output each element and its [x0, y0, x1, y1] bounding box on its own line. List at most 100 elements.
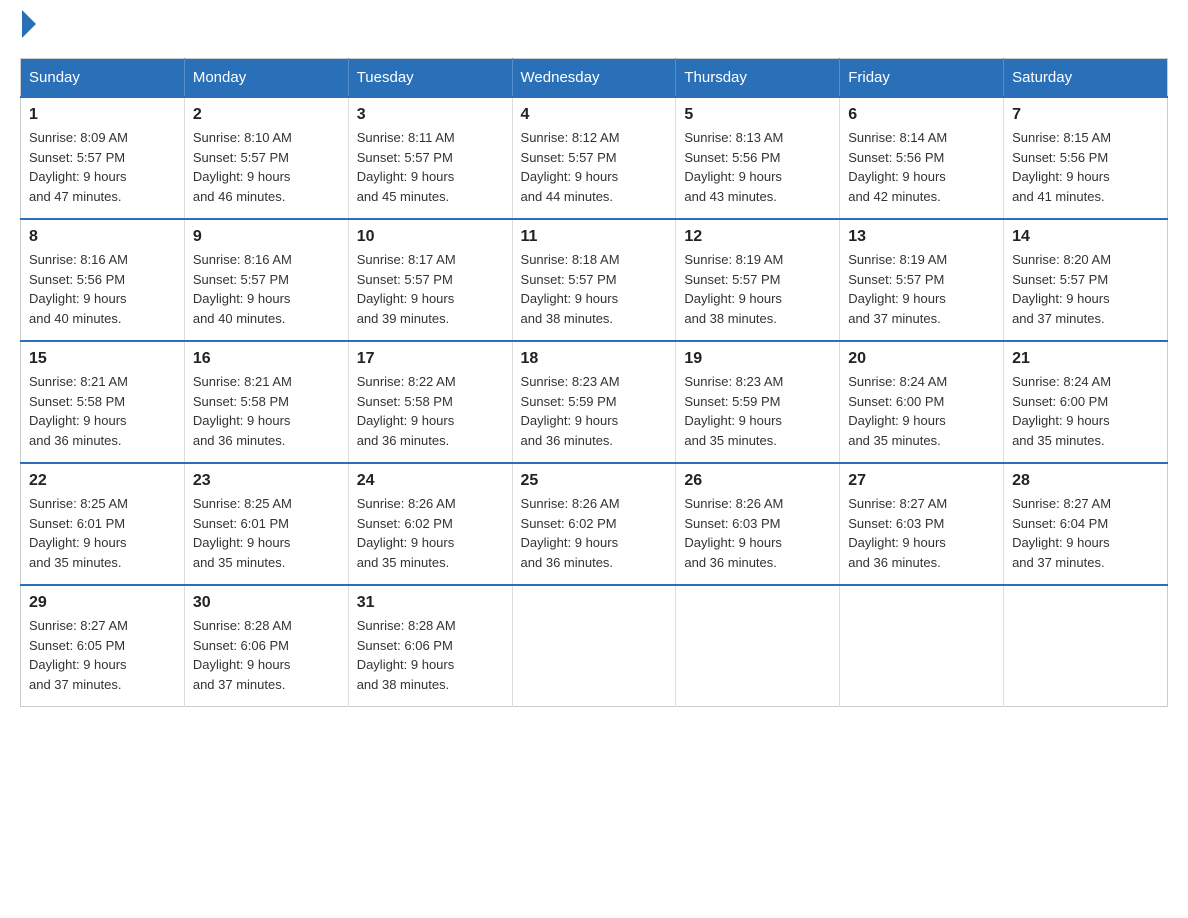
day-header-saturday: Saturday	[1004, 59, 1168, 98]
calendar-cell: 31 Sunrise: 8:28 AMSunset: 6:06 PMDaylig…	[348, 585, 512, 707]
day-info: Sunrise: 8:21 AMSunset: 5:58 PMDaylight:…	[193, 372, 340, 450]
day-number: 24	[357, 472, 504, 490]
day-info: Sunrise: 8:16 AMSunset: 5:57 PMDaylight:…	[193, 250, 340, 328]
week-row-4: 22 Sunrise: 8:25 AMSunset: 6:01 PMDaylig…	[21, 463, 1168, 585]
calendar-cell: 26 Sunrise: 8:26 AMSunset: 6:03 PMDaylig…	[676, 463, 840, 585]
week-row-3: 15 Sunrise: 8:21 AMSunset: 5:58 PMDaylig…	[21, 341, 1168, 463]
calendar-cell	[840, 585, 1004, 707]
calendar-cell: 2 Sunrise: 8:10 AMSunset: 5:57 PMDayligh…	[184, 97, 348, 219]
day-info: Sunrise: 8:26 AMSunset: 6:02 PMDaylight:…	[521, 494, 668, 572]
day-number: 5	[684, 106, 831, 124]
day-number: 19	[684, 350, 831, 368]
calendar-cell: 29 Sunrise: 8:27 AMSunset: 6:05 PMDaylig…	[21, 585, 185, 707]
day-info: Sunrise: 8:23 AMSunset: 5:59 PMDaylight:…	[684, 372, 831, 450]
day-number: 13	[848, 228, 995, 246]
calendar-cell: 18 Sunrise: 8:23 AMSunset: 5:59 PMDaylig…	[512, 341, 676, 463]
day-info: Sunrise: 8:18 AMSunset: 5:57 PMDaylight:…	[521, 250, 668, 328]
day-number: 1	[29, 106, 176, 124]
week-row-1: 1 Sunrise: 8:09 AMSunset: 5:57 PMDayligh…	[21, 97, 1168, 219]
day-info: Sunrise: 8:27 AMSunset: 6:05 PMDaylight:…	[29, 616, 176, 694]
calendar-cell: 9 Sunrise: 8:16 AMSunset: 5:57 PMDayligh…	[184, 219, 348, 341]
day-info: Sunrise: 8:19 AMSunset: 5:57 PMDaylight:…	[684, 250, 831, 328]
day-info: Sunrise: 8:15 AMSunset: 5:56 PMDaylight:…	[1012, 128, 1159, 206]
day-info: Sunrise: 8:11 AMSunset: 5:57 PMDaylight:…	[357, 128, 504, 206]
day-number: 18	[521, 350, 668, 368]
calendar-cell: 5 Sunrise: 8:13 AMSunset: 5:56 PMDayligh…	[676, 97, 840, 219]
day-number: 23	[193, 472, 340, 490]
calendar-cell: 23 Sunrise: 8:25 AMSunset: 6:01 PMDaylig…	[184, 463, 348, 585]
day-info: Sunrise: 8:10 AMSunset: 5:57 PMDaylight:…	[193, 128, 340, 206]
day-header-monday: Monday	[184, 59, 348, 98]
day-number: 17	[357, 350, 504, 368]
week-row-2: 8 Sunrise: 8:16 AMSunset: 5:56 PMDayligh…	[21, 219, 1168, 341]
day-number: 7	[1012, 106, 1159, 124]
calendar-cell	[1004, 585, 1168, 707]
day-number: 15	[29, 350, 176, 368]
day-number: 6	[848, 106, 995, 124]
day-info: Sunrise: 8:20 AMSunset: 5:57 PMDaylight:…	[1012, 250, 1159, 328]
calendar-cell: 4 Sunrise: 8:12 AMSunset: 5:57 PMDayligh…	[512, 97, 676, 219]
day-header-friday: Friday	[840, 59, 1004, 98]
day-header-wednesday: Wednesday	[512, 59, 676, 98]
day-info: Sunrise: 8:09 AMSunset: 5:57 PMDaylight:…	[29, 128, 176, 206]
day-info: Sunrise: 8:25 AMSunset: 6:01 PMDaylight:…	[193, 494, 340, 572]
calendar-cell: 25 Sunrise: 8:26 AMSunset: 6:02 PMDaylig…	[512, 463, 676, 585]
day-info: Sunrise: 8:26 AMSunset: 6:02 PMDaylight:…	[357, 494, 504, 572]
calendar-cell: 17 Sunrise: 8:22 AMSunset: 5:58 PMDaylig…	[348, 341, 512, 463]
day-number: 30	[193, 594, 340, 612]
calendar-cell: 13 Sunrise: 8:19 AMSunset: 5:57 PMDaylig…	[840, 219, 1004, 341]
days-of-week-row: SundayMondayTuesdayWednesdayThursdayFrid…	[21, 59, 1168, 98]
day-header-tuesday: Tuesday	[348, 59, 512, 98]
logo	[20, 20, 36, 38]
calendar-cell: 14 Sunrise: 8:20 AMSunset: 5:57 PMDaylig…	[1004, 219, 1168, 341]
day-info: Sunrise: 8:24 AMSunset: 6:00 PMDaylight:…	[1012, 372, 1159, 450]
day-info: Sunrise: 8:28 AMSunset: 6:06 PMDaylight:…	[193, 616, 340, 694]
day-number: 8	[29, 228, 176, 246]
day-info: Sunrise: 8:17 AMSunset: 5:57 PMDaylight:…	[357, 250, 504, 328]
logo-arrow-icon	[22, 10, 36, 38]
day-info: Sunrise: 8:23 AMSunset: 5:59 PMDaylight:…	[521, 372, 668, 450]
day-info: Sunrise: 8:19 AMSunset: 5:57 PMDaylight:…	[848, 250, 995, 328]
day-info: Sunrise: 8:26 AMSunset: 6:03 PMDaylight:…	[684, 494, 831, 572]
day-number: 4	[521, 106, 668, 124]
calendar-cell: 12 Sunrise: 8:19 AMSunset: 5:57 PMDaylig…	[676, 219, 840, 341]
calendar-cell: 15 Sunrise: 8:21 AMSunset: 5:58 PMDaylig…	[21, 341, 185, 463]
calendar-cell: 16 Sunrise: 8:21 AMSunset: 5:58 PMDaylig…	[184, 341, 348, 463]
calendar-cell	[512, 585, 676, 707]
calendar-cell: 8 Sunrise: 8:16 AMSunset: 5:56 PMDayligh…	[21, 219, 185, 341]
day-number: 11	[521, 228, 668, 246]
day-info: Sunrise: 8:21 AMSunset: 5:58 PMDaylight:…	[29, 372, 176, 450]
day-info: Sunrise: 8:28 AMSunset: 6:06 PMDaylight:…	[357, 616, 504, 694]
day-number: 14	[1012, 228, 1159, 246]
day-info: Sunrise: 8:16 AMSunset: 5:56 PMDaylight:…	[29, 250, 176, 328]
calendar-cell: 28 Sunrise: 8:27 AMSunset: 6:04 PMDaylig…	[1004, 463, 1168, 585]
calendar-cell: 7 Sunrise: 8:15 AMSunset: 5:56 PMDayligh…	[1004, 97, 1168, 219]
calendar-cell: 3 Sunrise: 8:11 AMSunset: 5:57 PMDayligh…	[348, 97, 512, 219]
day-number: 28	[1012, 472, 1159, 490]
calendar-cell: 30 Sunrise: 8:28 AMSunset: 6:06 PMDaylig…	[184, 585, 348, 707]
day-info: Sunrise: 8:22 AMSunset: 5:58 PMDaylight:…	[357, 372, 504, 450]
day-number: 29	[29, 594, 176, 612]
calendar-header: SundayMondayTuesdayWednesdayThursdayFrid…	[21, 59, 1168, 98]
day-number: 27	[848, 472, 995, 490]
day-number: 20	[848, 350, 995, 368]
calendar-cell: 10 Sunrise: 8:17 AMSunset: 5:57 PMDaylig…	[348, 219, 512, 341]
calendar-cell: 19 Sunrise: 8:23 AMSunset: 5:59 PMDaylig…	[676, 341, 840, 463]
calendar-cell: 27 Sunrise: 8:27 AMSunset: 6:03 PMDaylig…	[840, 463, 1004, 585]
calendar-table: SundayMondayTuesdayWednesdayThursdayFrid…	[20, 58, 1168, 707]
calendar-cell: 24 Sunrise: 8:26 AMSunset: 6:02 PMDaylig…	[348, 463, 512, 585]
day-number: 2	[193, 106, 340, 124]
week-row-5: 29 Sunrise: 8:27 AMSunset: 6:05 PMDaylig…	[21, 585, 1168, 707]
day-number: 25	[521, 472, 668, 490]
calendar-cell: 1 Sunrise: 8:09 AMSunset: 5:57 PMDayligh…	[21, 97, 185, 219]
calendar-cell: 20 Sunrise: 8:24 AMSunset: 6:00 PMDaylig…	[840, 341, 1004, 463]
day-info: Sunrise: 8:14 AMSunset: 5:56 PMDaylight:…	[848, 128, 995, 206]
day-number: 26	[684, 472, 831, 490]
day-number: 21	[1012, 350, 1159, 368]
day-info: Sunrise: 8:27 AMSunset: 6:04 PMDaylight:…	[1012, 494, 1159, 572]
calendar-cell: 6 Sunrise: 8:14 AMSunset: 5:56 PMDayligh…	[840, 97, 1004, 219]
calendar-cell: 11 Sunrise: 8:18 AMSunset: 5:57 PMDaylig…	[512, 219, 676, 341]
day-number: 12	[684, 228, 831, 246]
day-number: 22	[29, 472, 176, 490]
day-info: Sunrise: 8:25 AMSunset: 6:01 PMDaylight:…	[29, 494, 176, 572]
